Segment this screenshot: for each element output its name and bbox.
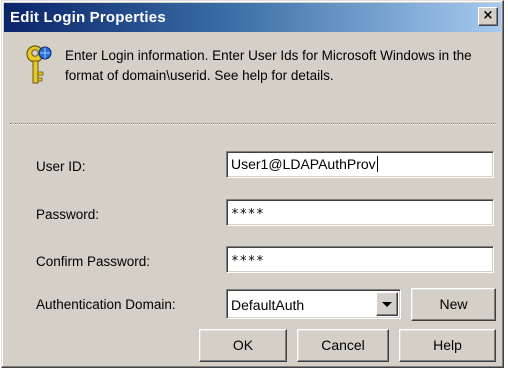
password-input[interactable]: **** — [226, 199, 494, 226]
chevron-down-icon[interactable] — [376, 292, 398, 316]
separator — [10, 123, 496, 125]
close-button[interactable]: × — [478, 7, 498, 26]
user-id-label: User ID: — [36, 159, 86, 174]
new-button[interactable]: New — [411, 288, 496, 321]
title-bar[interactable]: Edit Login Properties × — [4, 3, 501, 32]
edit-login-properties-dialog: Edit Login Properties × Enter Login info… — [1, 0, 504, 368]
password-label: Password: — [36, 207, 100, 222]
text-caret — [376, 156, 378, 172]
confirm-password-value: **** — [231, 254, 265, 269]
help-button[interactable]: Help — [399, 329, 496, 362]
key-icon — [24, 44, 52, 88]
instructions-text: Enter Login information. Enter User Ids … — [65, 48, 472, 83]
password-value: **** — [231, 207, 265, 222]
cancel-button[interactable]: Cancel — [297, 329, 389, 362]
ok-button[interactable]: OK — [199, 329, 287, 362]
dialog-title: Edit Login Properties — [10, 9, 166, 26]
user-id-input[interactable]: User1@LDAPAuthProv — [226, 151, 494, 178]
user-id-value: User1@LDAPAuthProv — [231, 156, 376, 172]
confirm-password-label: Confirm Password: — [36, 254, 151, 269]
authentication-domain-select[interactable]: DefaultAuth — [226, 289, 401, 319]
confirm-password-input[interactable]: **** — [226, 246, 494, 273]
authentication-domain-value: DefaultAuth — [231, 297, 305, 313]
authentication-domain-label: Authentication Domain: — [36, 297, 176, 312]
